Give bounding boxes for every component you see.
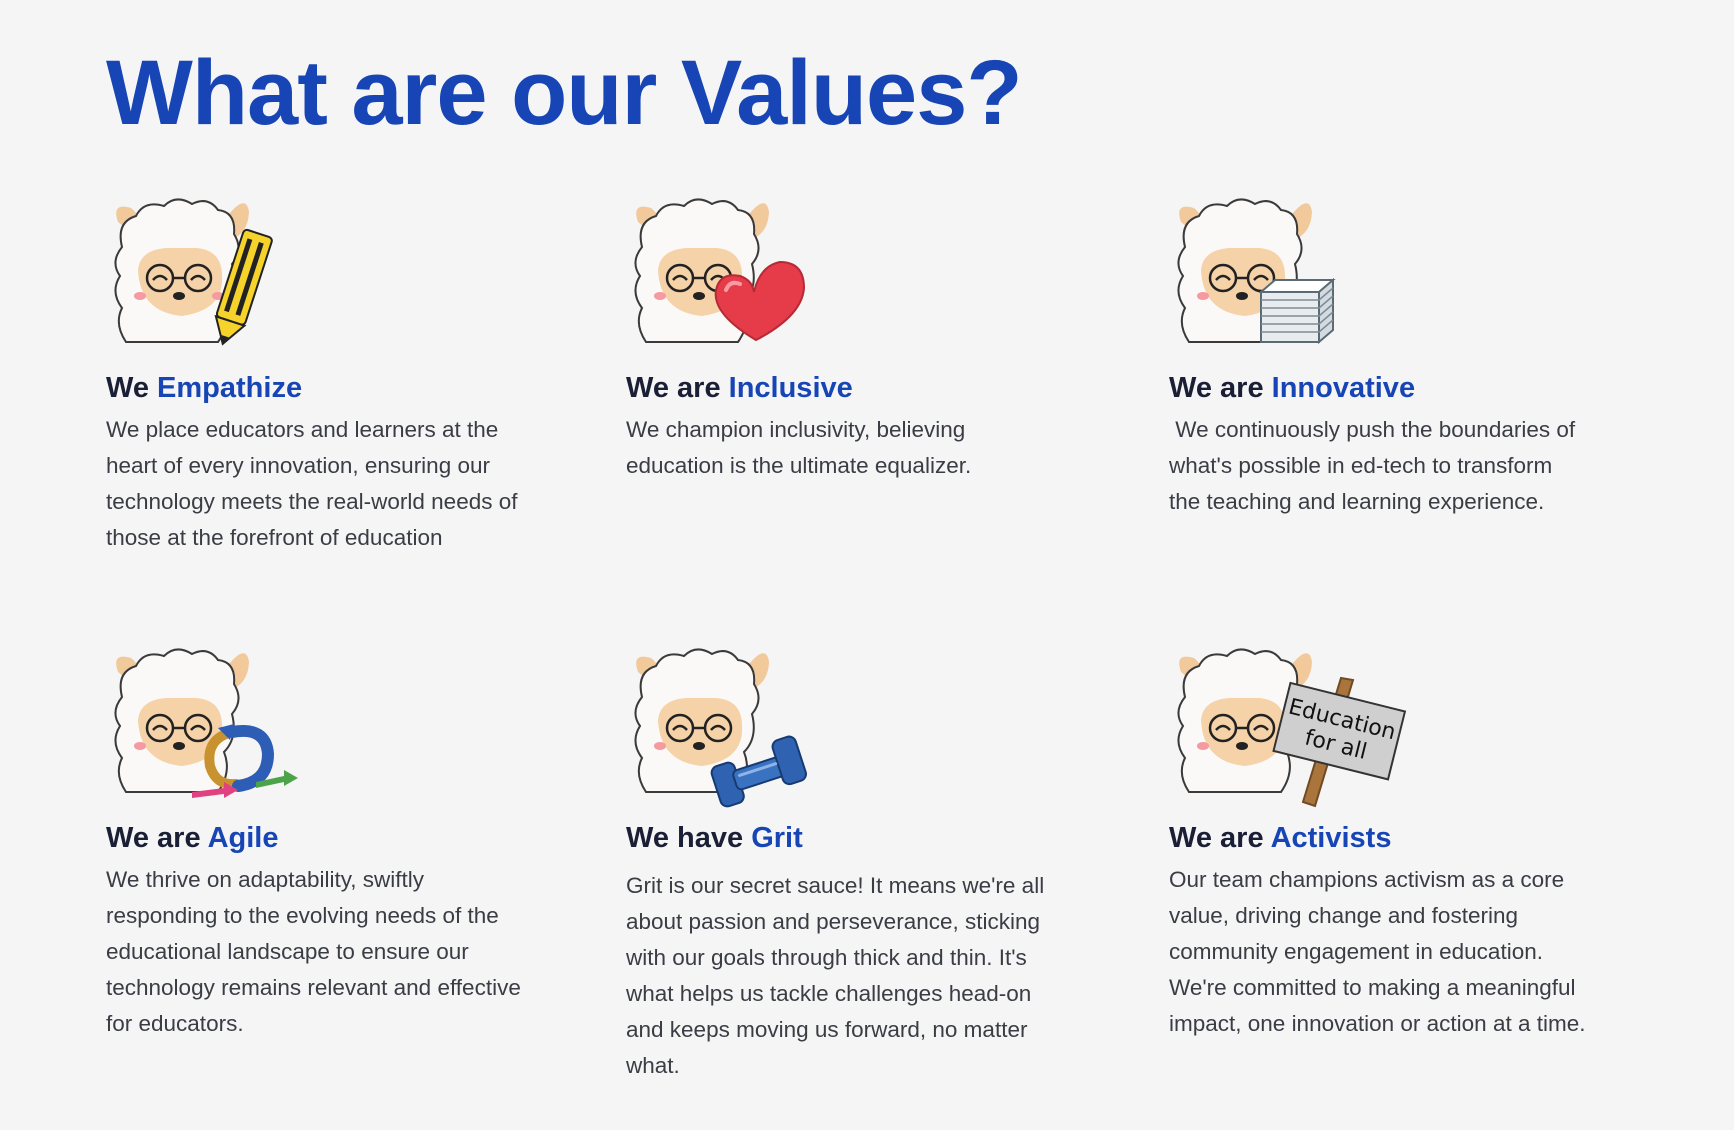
- value-heading-highlight: Innovative: [1271, 372, 1416, 404]
- llama-arrows-illustration: [114, 648, 298, 798]
- value-description: We champion inclusivity, believing educa…: [626, 417, 972, 479]
- value-heading-highlight: Empathize: [157, 372, 303, 404]
- llama-icon: [114, 648, 249, 793]
- value-card-empathize: We Empathize We place educators and lear…: [106, 192, 526, 556]
- value-heading-prefix: We are: [626, 372, 729, 404]
- value-card-innovative: We are Innovative We continuously push t…: [1169, 192, 1589, 520]
- protest-sign-icon: Education for all: [1272, 676, 1407, 808]
- llama-sign-illustration: Education for all: [1177, 648, 1407, 808]
- llama-dumbbell-illustration: [634, 648, 807, 808]
- value-heading-highlight: Activists: [1270, 822, 1392, 854]
- value-heading: We are Innovative: [1169, 370, 1589, 406]
- value-heading-prefix: We have: [626, 822, 752, 854]
- value-heading-prefix: We are: [1169, 822, 1271, 854]
- value-heading: We Empathize: [106, 370, 526, 406]
- value-card-inclusive: We are Inclusive We champion inclusivity…: [626, 192, 1046, 484]
- page-title: What are our Values?: [106, 42, 1023, 144]
- value-heading-prefix: We are: [1169, 372, 1272, 404]
- value-heading-highlight: Inclusive: [728, 372, 853, 404]
- value-description: Our team champions activism as a core va…: [1169, 867, 1586, 1037]
- llama-papers-illustration: [1177, 198, 1336, 345]
- paper-stack-icon: [1258, 277, 1336, 345]
- value-description: We thrive on adaptability, swiftly respo…: [106, 867, 528, 1037]
- value-heading-prefix: We: [106, 372, 158, 404]
- llama-heart-illustration: [634, 198, 806, 343]
- value-description: We continuously push the boundaries of w…: [1169, 417, 1582, 515]
- value-description: Grit is our secret sauce! It means we're…: [626, 873, 1051, 1079]
- llama-pencil-illustration: [114, 198, 273, 346]
- value-heading: We are Inclusive: [626, 370, 1046, 406]
- value-card-grit: We have Grit Grit is our secret sauce! I…: [626, 642, 1046, 1084]
- value-heading-highlight: Grit: [751, 822, 803, 854]
- value-heading-highlight: Agile: [207, 822, 279, 854]
- value-heading: We are Agile: [106, 820, 526, 856]
- value-heading: We are Activists: [1169, 820, 1589, 856]
- value-card-activists: Education for all We are Activists Our t…: [1169, 642, 1589, 1042]
- value-heading: We have Grit: [626, 820, 1046, 856]
- value-card-agile: We are Agile We thrive on adaptability, …: [106, 642, 526, 1042]
- value-description: We place educators and learners at the h…: [106, 417, 524, 551]
- value-heading-prefix: We are: [106, 822, 208, 854]
